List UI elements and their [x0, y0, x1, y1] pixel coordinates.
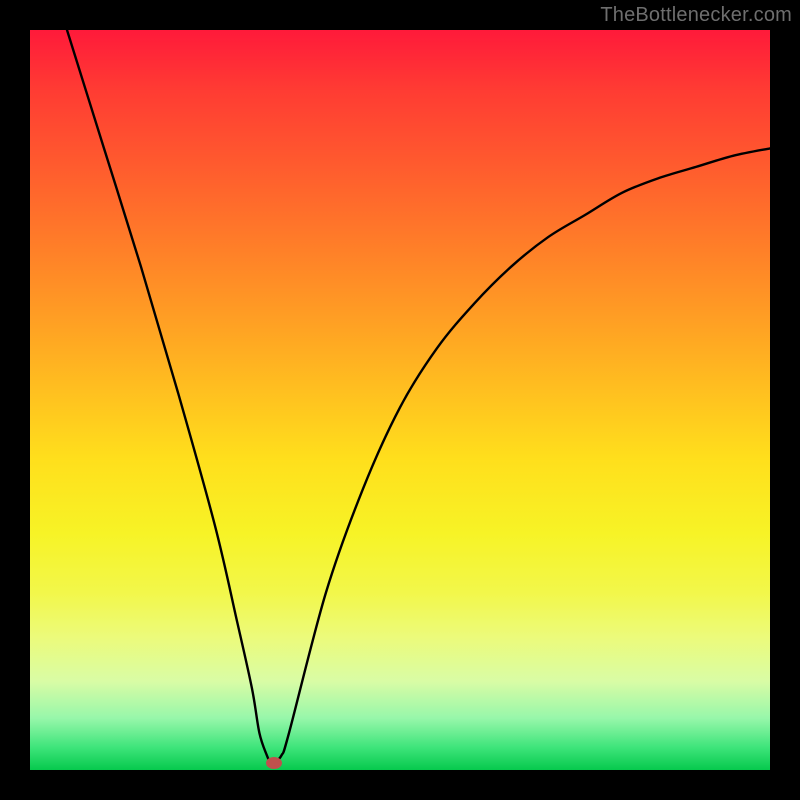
- bottleneck-curve: [67, 30, 770, 764]
- plot-area: [30, 30, 770, 770]
- curve-svg: [30, 30, 770, 770]
- minimum-marker: [266, 757, 282, 769]
- chart-frame: TheBottlenecker.com: [0, 0, 800, 800]
- attribution-text: TheBottlenecker.com: [600, 4, 792, 27]
